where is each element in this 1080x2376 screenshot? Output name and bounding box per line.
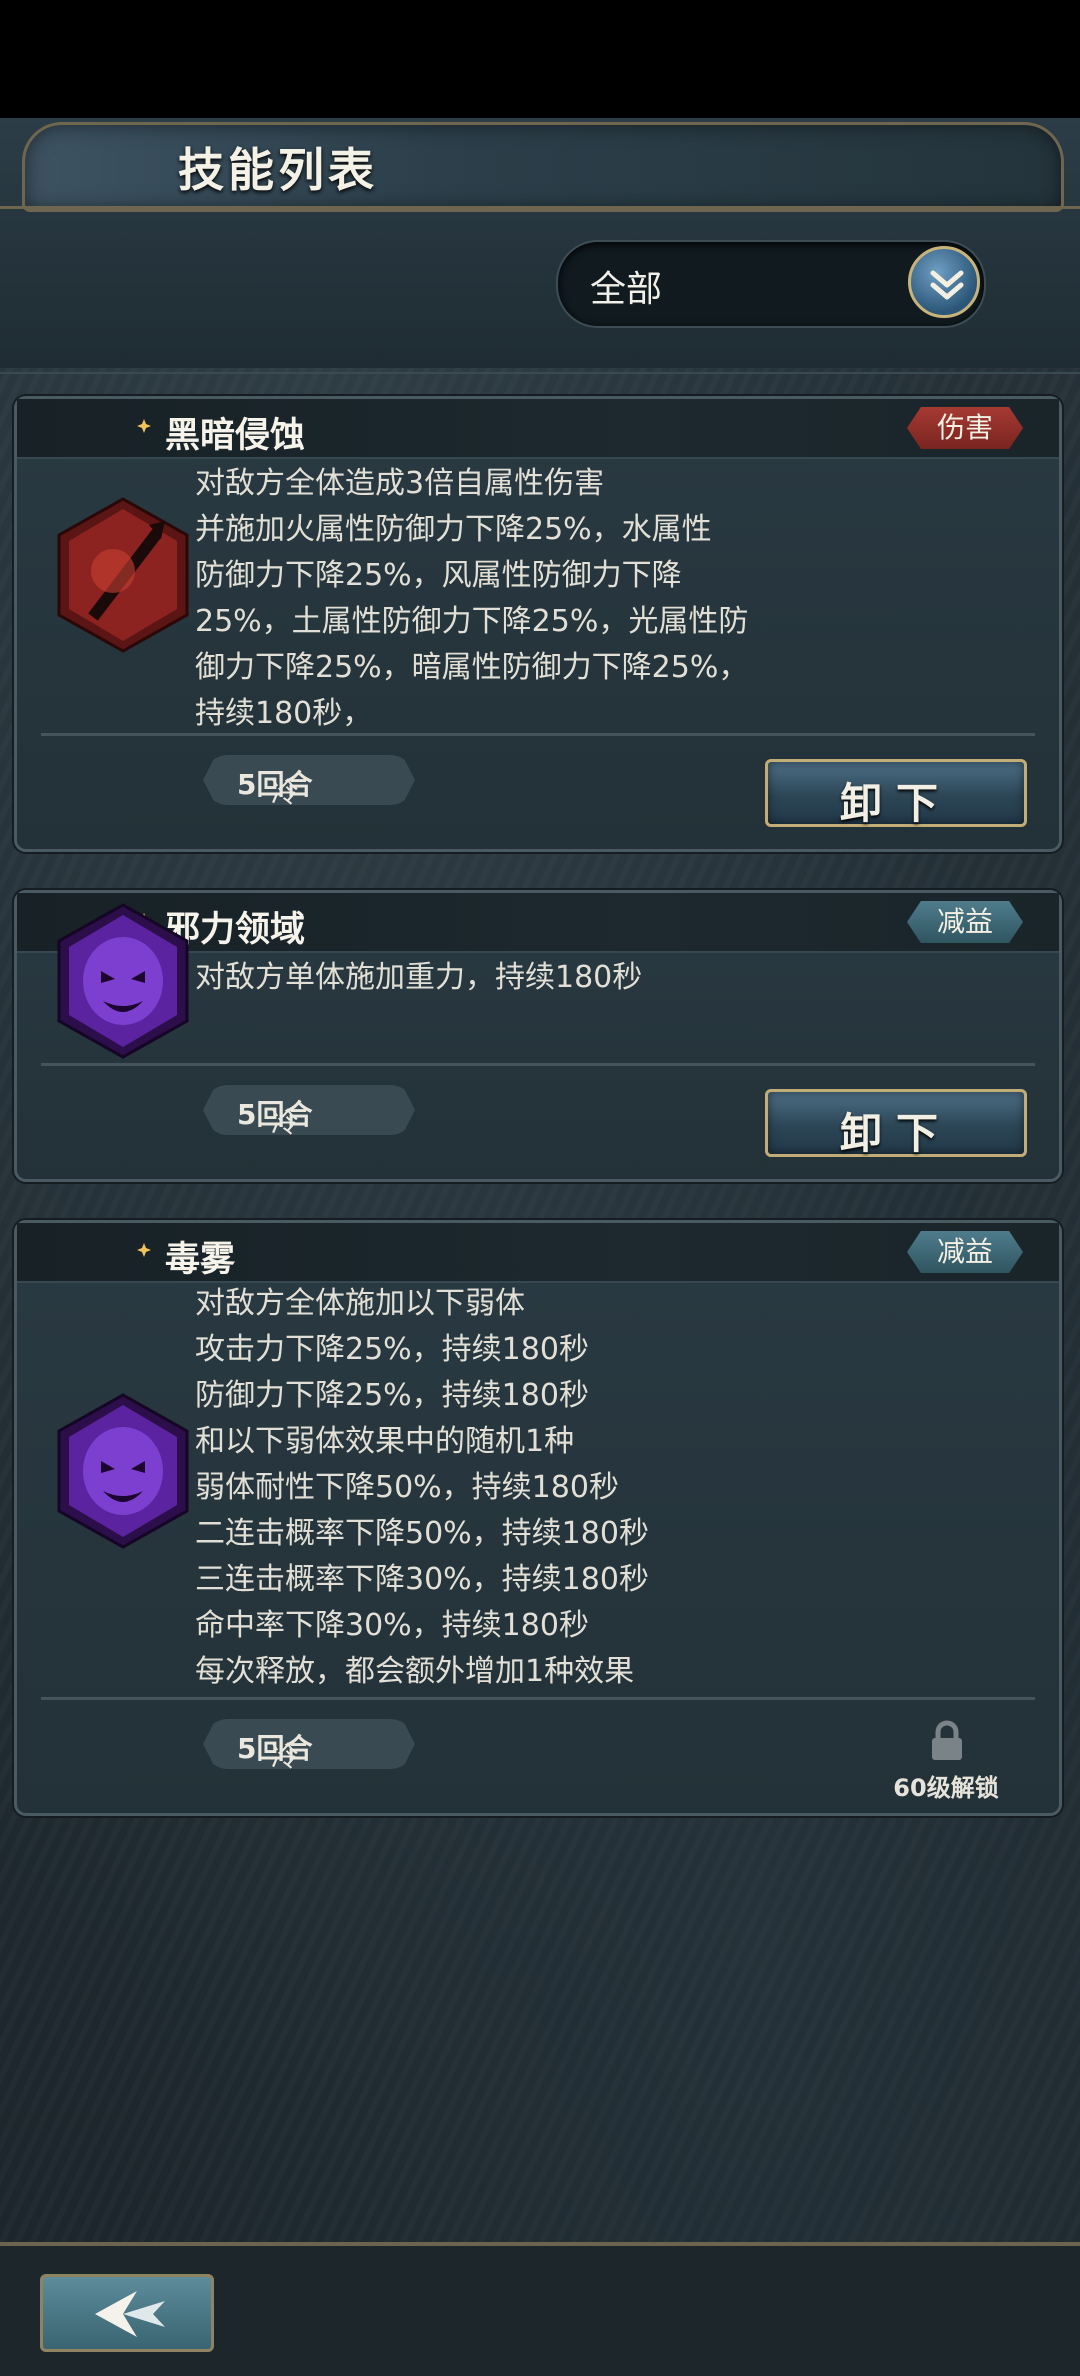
unequip-button[interactable]: 卸下: [765, 759, 1027, 828]
skill-type-tag: 减益: [907, 901, 1023, 943]
unequip-button[interactable]: 卸下: [765, 1089, 1027, 1158]
star-icon: [137, 419, 151, 433]
header-divider: [0, 372, 1080, 374]
dark-erosion-icon: [57, 497, 189, 653]
cooldown-badge: 冷却: 5回合: [203, 1719, 415, 1769]
filter-dropdown[interactable]: 全部: [556, 240, 986, 328]
card-divider: [41, 1063, 1035, 1066]
skill-name: 毒雾: [165, 1240, 236, 1280]
level-lock: 60级解锁: [886, 1720, 1006, 1810]
skill-card-dark-erosion: 黑暗侵蚀 伤害 对敌方全体造成3倍自属性伤害 并施加火属性防御力下降25%，水属…: [14, 396, 1062, 852]
star-icon: [137, 1243, 151, 1257]
skill-type-tag: 伤害: [907, 407, 1023, 449]
status-bar: [0, 0, 1080, 118]
evil-domain-icon: [57, 903, 189, 1059]
skill-card-evil-domain: 邪力领域 减益 对敌方单体施加重力，持续180秒 冷却: 5回合 卸下: [14, 890, 1062, 1182]
back-arrow-icon: [95, 2291, 165, 2337]
filter-selected-label: 全部: [590, 269, 663, 310]
cooldown-badge: 冷却: 5回合: [203, 1085, 415, 1135]
dropdown-toggle-button[interactable]: [908, 246, 980, 318]
skill-description: 对敌方全体施加以下弱体 攻击力下降25%，持续180秒 防御力下降25%，持续1…: [195, 1286, 649, 1689]
card-divider: [41, 733, 1035, 736]
lock-icon: [932, 1720, 962, 1760]
unlock-level-text: 60级解锁: [893, 1774, 999, 1802]
page-title: 技能列表: [178, 143, 378, 197]
cooldown-badge: 冷却: 5回合: [203, 755, 415, 805]
double-chevron-down-icon: [930, 270, 964, 300]
skill-type-tag: 减益: [907, 1231, 1023, 1273]
card-divider: [41, 1697, 1035, 1700]
skill-description: 对敌方全体造成3倍自属性伤害 并施加火属性防御力下降25%，水属性 防御力下降2…: [195, 466, 749, 731]
back-button[interactable]: [40, 2274, 214, 2352]
skill-name: 黑暗侵蚀: [165, 416, 306, 456]
poison-fog-icon: [57, 1393, 189, 1549]
skill-description: 对敌方单体施加重力，持续180秒: [195, 960, 643, 995]
